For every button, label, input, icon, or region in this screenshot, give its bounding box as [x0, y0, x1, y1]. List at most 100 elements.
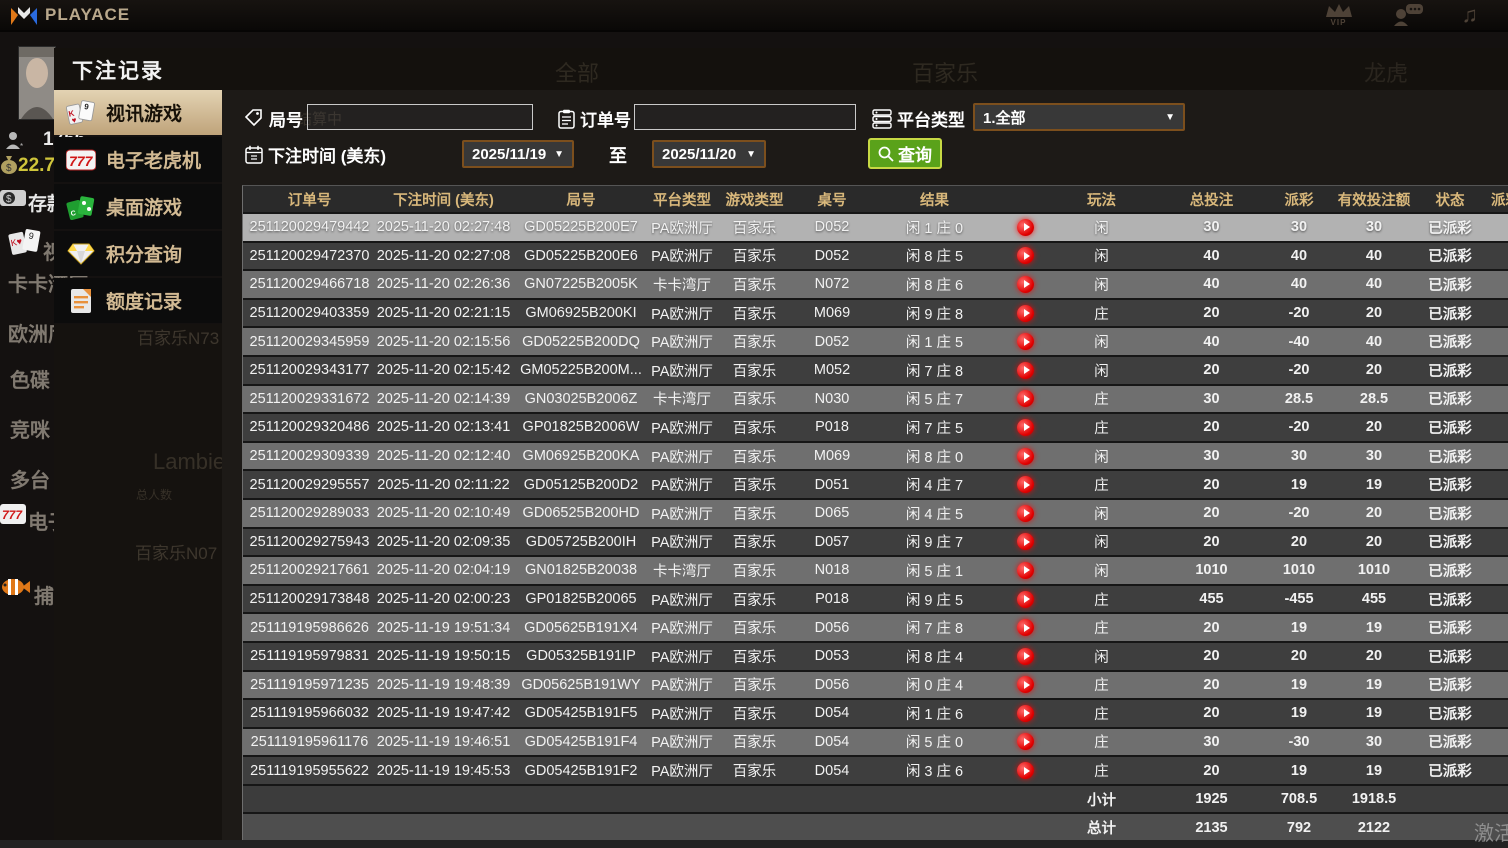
bg-slots-icon: 777 [0, 503, 26, 525]
play-video-button[interactable] [1017, 733, 1034, 750]
play-video-button[interactable] [1017, 705, 1034, 722]
faint-background-text: 全部 [555, 56, 599, 88]
valid-bet-cell: 20 [1329, 299, 1419, 328]
play-video-button[interactable] [1017, 247, 1034, 264]
result-cell: 闲 8 庄 6 [868, 270, 1001, 299]
play-video-button[interactable] [1017, 419, 1034, 436]
game-type-cell: 百家乐 [713, 327, 796, 356]
game-type-cell: 百家乐 [713, 470, 796, 499]
result-cell: 闲 8 庄 4 [868, 642, 1001, 671]
valid-bet-cell: 30 [1329, 728, 1419, 757]
round-id-cell: GD05425B191F2 [511, 756, 651, 785]
bet-side-cell: 闲 [1049, 213, 1154, 242]
payout-time-cell [1481, 528, 1508, 557]
vip-icon[interactable]: VIP [1324, 3, 1354, 27]
bg-nav-item: 竞咪 [10, 414, 50, 443]
date-from-select[interactable]: 2025/11/19 ▼ [462, 140, 574, 168]
svg-text:$: $ [6, 163, 12, 174]
sidebar-item-label: 电子老虎机 [106, 146, 201, 173]
bet-side-cell: 闲 [1049, 356, 1154, 385]
sidebar-item-live-games[interactable]: K♥9 视讯游戏 [54, 90, 222, 135]
bet-time-cell: 2025-11-20 02:12:40 [376, 442, 511, 471]
bet-time-cell: 2025-11-19 19:50:15 [376, 642, 511, 671]
play-cell [1001, 642, 1049, 671]
chevron-down-icon: ▼ [554, 149, 564, 160]
search-button[interactable]: 查询 [868, 138, 942, 169]
platform-cell: PA欧洲厅 [651, 327, 713, 356]
play-cell [1001, 556, 1049, 585]
play-video-button[interactable] [1017, 476, 1034, 493]
order-number-input[interactable] [634, 104, 856, 130]
sidebar-item-quota-record[interactable]: 额度记录 [54, 278, 222, 323]
table-no-cell: D052 [796, 327, 868, 356]
result-cell: 闲 0 庄 4 [868, 671, 1001, 700]
table-row: 2511191959611762025-11-19 19:46:51GD0542… [243, 728, 1508, 757]
round-id-cell: GD05725B200IH [511, 528, 651, 557]
play-video-button[interactable] [1017, 390, 1034, 407]
play-video-button[interactable] [1017, 333, 1034, 350]
chat-support-icon[interactable] [1392, 3, 1424, 27]
bet-side-cell: 庄 [1049, 699, 1154, 728]
bet-side-cell: 闲 [1049, 242, 1154, 271]
sidebar-item-points[interactable]: 积分查询 [54, 231, 222, 276]
play-video-button[interactable] [1017, 362, 1034, 379]
bet-time-cell: 2025-11-20 02:15:42 [376, 356, 511, 385]
play-video-button[interactable] [1017, 619, 1034, 636]
sidebar-item-label: 额度记录 [106, 287, 182, 314]
table-row: 2511200294033592025-11-20 02:21:15GM0692… [243, 299, 1508, 328]
play-video-button[interactable] [1017, 448, 1034, 465]
payout-cell: 19 [1269, 671, 1329, 700]
date-to-select[interactable]: 2025/11/20 ▼ [652, 140, 766, 168]
play-video-button[interactable] [1017, 562, 1034, 579]
result-cell: 闲 7 庄 8 [868, 356, 1001, 385]
play-video-button[interactable] [1017, 676, 1034, 693]
play-video-button[interactable] [1017, 276, 1034, 293]
play-cell [1001, 671, 1049, 700]
order-id-cell: 251120029289033 [243, 499, 376, 528]
payout-cell: -20 [1269, 499, 1329, 528]
play-video-button[interactable] [1017, 219, 1034, 236]
play-video-button[interactable] [1017, 591, 1034, 608]
play-video-button[interactable] [1017, 533, 1034, 550]
play-cell [1001, 385, 1049, 414]
order-id-cell: 251120029320486 [243, 413, 376, 442]
table-header-row: 订单号下注时间 (美东)局号平台类型游戏类型桌号结果玩法总投注派彩有效投注额状态… [243, 186, 1508, 213]
valid-bet-cell: 19 [1329, 470, 1419, 499]
play-video-button[interactable] [1017, 762, 1034, 779]
bet-time-cell: 2025-11-20 02:15:56 [376, 327, 511, 356]
search-button-label: 查询 [898, 141, 932, 166]
table-no-cell: D057 [796, 528, 868, 557]
payout-cell: 20 [1269, 642, 1329, 671]
platform-cell: PA欧洲厅 [651, 413, 713, 442]
sidebar-item-table-games[interactable]: C 桌面游戏 [54, 184, 222, 229]
result-cell: 闲 8 庄 0 [868, 442, 1001, 471]
round-id-cell: GD05225B200E7 [511, 213, 651, 242]
platform-cell: PA欧洲厅 [651, 585, 713, 614]
app-logo[interactable]: PLAYACE [10, 4, 130, 26]
play-video-button[interactable] [1017, 505, 1034, 522]
total-bet-cell: 455 [1154, 585, 1269, 614]
table-row: 2511200292890332025-11-20 02:10:49GD0652… [243, 499, 1508, 528]
status-badge: 已派彩 [1419, 356, 1481, 385]
play-video-button[interactable] [1017, 648, 1034, 665]
order-id-cell: 251120029345959 [243, 327, 376, 356]
order-id-cell: 251119195955622 [243, 756, 376, 785]
play-cell [1001, 756, 1049, 785]
game-type-cell: 百家乐 [713, 556, 796, 585]
round-id-cell: GD05325B191IP [511, 642, 651, 671]
total-bet-cell: 20 [1154, 699, 1269, 728]
bg-fish-icon [0, 574, 30, 600]
order-id-cell: 251120029217661 [243, 556, 376, 585]
music-icon[interactable]: ♫ [1462, 4, 1479, 26]
payout-time-cell [1481, 470, 1508, 499]
sidebar-item-slots[interactable]: 777 电子老虎机 [54, 137, 222, 182]
platform-cell: PA欧洲厅 [651, 213, 713, 242]
play-video-button[interactable] [1017, 305, 1034, 322]
gem-icon [66, 239, 96, 269]
payout-cell: 1010 [1269, 556, 1329, 585]
game-type-cell: 百家乐 [713, 299, 796, 328]
bet-side-cell: 庄 [1049, 585, 1154, 614]
payout-time-cell [1481, 671, 1508, 700]
round-number-input[interactable] [307, 104, 533, 130]
platform-type-select[interactable]: 1.全部 ▼ [973, 103, 1185, 131]
